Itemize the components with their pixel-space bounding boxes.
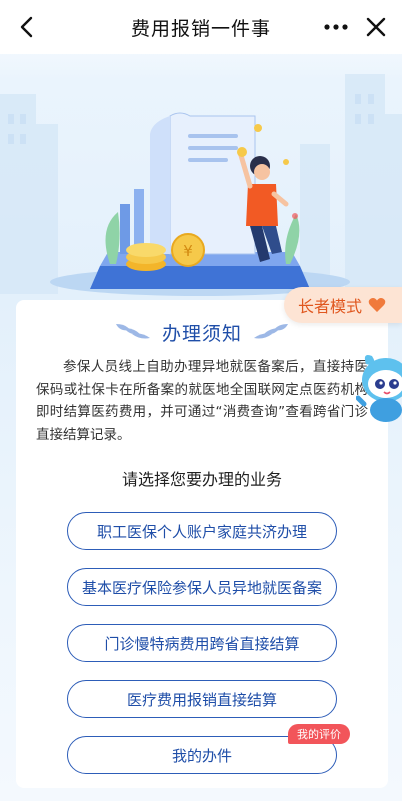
- service-card: 办理须知 参保人员线上自助办理异地就医备案后，直接持医保码或社保卡在所备案的就医…: [16, 300, 388, 788]
- laurel-right-icon: [254, 324, 288, 339]
- banner-illustration: ¥: [0, 54, 402, 304]
- chevron-left-icon[interactable]: [12, 13, 40, 41]
- laurel-left-icon: [115, 324, 150, 339]
- elder-mode-button[interactable]: 长者模式: [284, 287, 402, 323]
- mascot-assistant[interactable]: [355, 350, 402, 424]
- my-review-badge[interactable]: 我的评价: [288, 724, 350, 744]
- navbar: 费用报销一件事: [0, 0, 402, 54]
- heart-icon: [368, 298, 386, 312]
- services-heading: 请选择您要办理的业务: [121, 470, 282, 489]
- service-button-chronic-disease-settlement[interactable]: 门诊慢特病费用跨省直接结算: [67, 624, 337, 662]
- service-button-direct-settlement[interactable]: 医疗费用报销直接结算: [67, 680, 337, 718]
- service-button-family-mutual-aid[interactable]: 职工医保个人账户家庭共济办理: [67, 512, 337, 550]
- more-dots-icon[interactable]: [322, 13, 350, 41]
- service-button-remote-medical-filing[interactable]: 基本医疗保险参保人员异地就医备案: [67, 568, 337, 606]
- close-icon[interactable]: [362, 13, 390, 41]
- svg-text:¥: ¥: [183, 242, 193, 260]
- elder-mode-label: 长者模式: [298, 297, 363, 316]
- notice-title: 办理须知: [161, 322, 242, 345]
- notice-text: 参保人员线上自助办理异地就医备案后，直接持医保码或社保卡在所备案的就医地全国联网…: [36, 359, 368, 443]
- page-title: 费用报销一件事: [130, 17, 271, 40]
